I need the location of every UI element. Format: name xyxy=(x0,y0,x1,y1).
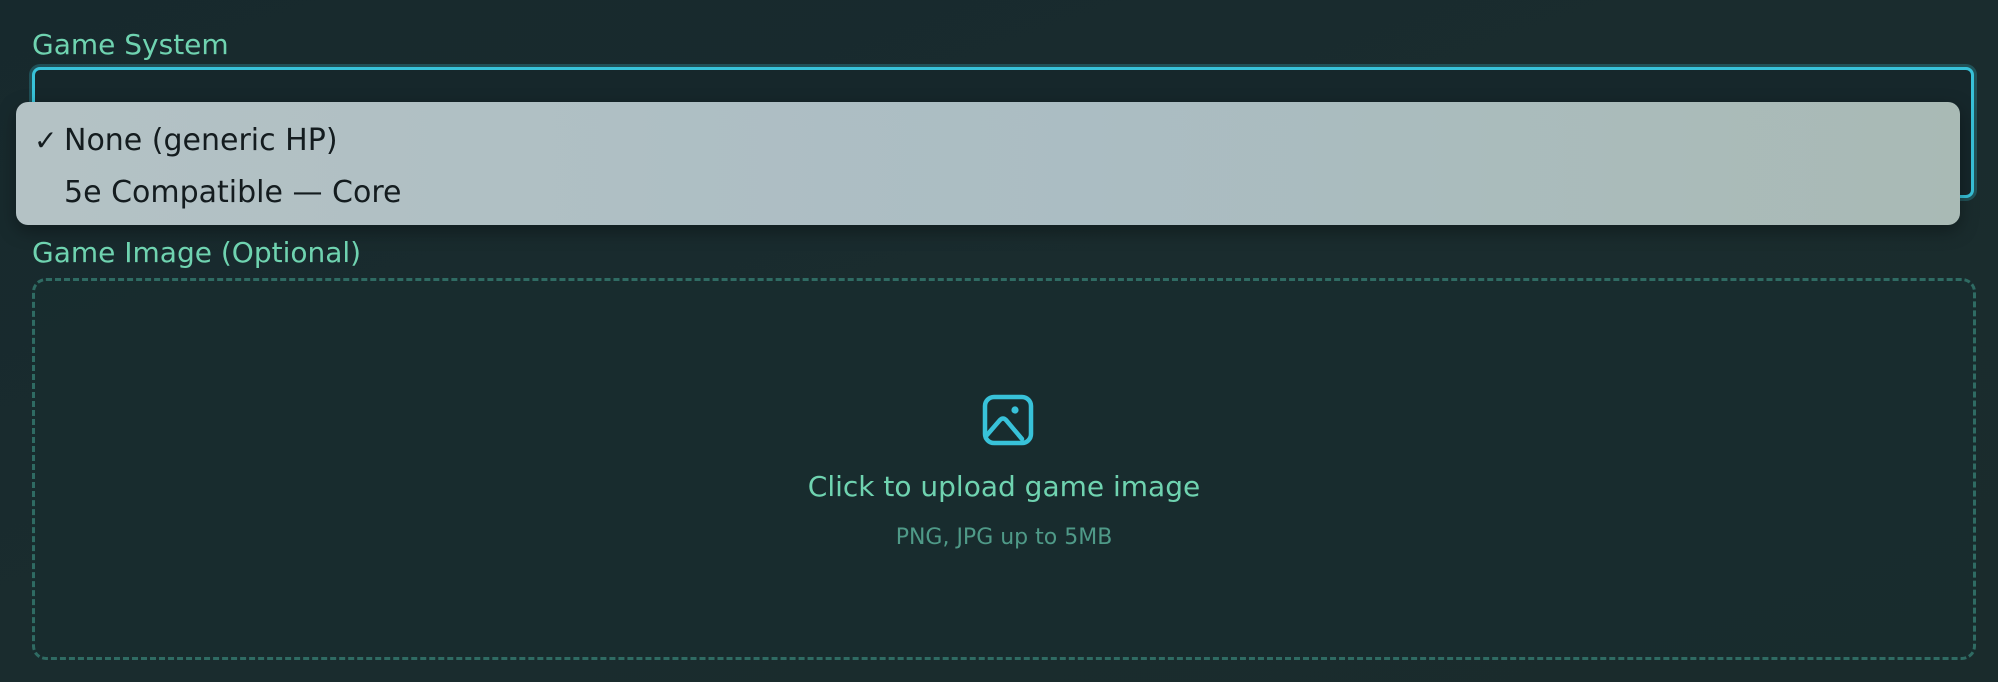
option-5e-compatible-core[interactable]: 5e Compatible — Core xyxy=(16,167,1960,219)
upload-title: Click to upload game image xyxy=(807,470,1201,503)
game-image-label: Game Image (Optional) xyxy=(32,236,362,269)
game-system-label: Game System xyxy=(32,28,229,61)
option-label: None (generic HP) xyxy=(64,123,338,158)
game-system-dropdown: ✓ None (generic HP) 5e Compatible — Core xyxy=(16,102,1960,225)
image-upload-dropzone[interactable]: Click to upload game image PNG, JPG up t… xyxy=(32,278,1976,660)
option-label: 5e Compatible — Core xyxy=(64,175,402,210)
option-none-generic-hp[interactable]: ✓ None (generic HP) xyxy=(16,115,1960,167)
upload-hint: PNG, JPG up to 5MB xyxy=(895,525,1113,550)
image-icon xyxy=(982,394,1034,446)
checkmark-icon: ✓ xyxy=(34,124,58,157)
